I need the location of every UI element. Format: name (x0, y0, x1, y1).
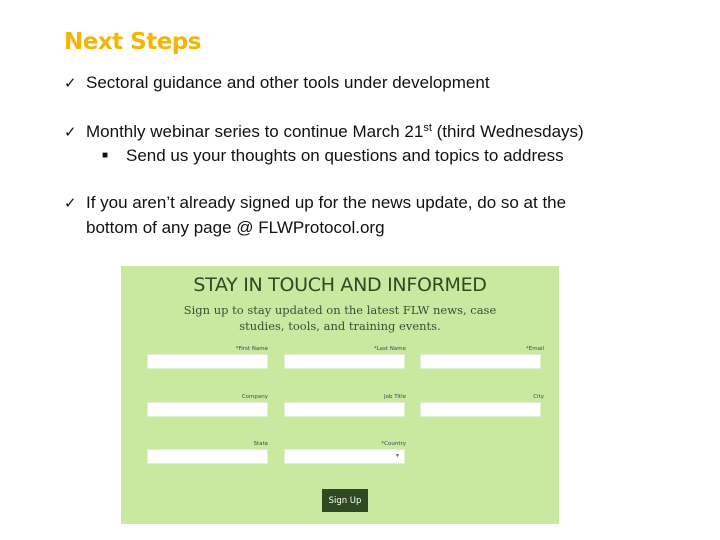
sub-bullet-text: Send us your thoughts on questions and t… (126, 146, 564, 165)
dropdown-arrow-icon: ▼ (395, 453, 400, 459)
bullet-text-continued: bottom of any page @ FLWProtocol.org (86, 218, 385, 237)
bullet-text: (third Wednesdays) (431, 122, 584, 141)
country-label: *Country (381, 441, 406, 447)
city-input[interactable] (420, 402, 541, 417)
state-label: State (253, 441, 268, 447)
email-label: *Email (525, 346, 544, 352)
company-input[interactable] (147, 402, 268, 417)
sign-up-button[interactable]: Sign Up (322, 489, 368, 512)
company-label: Company (241, 394, 268, 400)
bullet-text: If you aren’t already signed up for the … (86, 193, 567, 212)
state-input[interactable] (147, 449, 268, 464)
bullet-text: Monthly webinar series to continue March… (86, 122, 424, 141)
checkmark-icon: ✓ (64, 75, 77, 92)
signup-subheading: Sign up to stay updated on the latest FL… (183, 303, 497, 333)
bullet-item: ✓ Monthly webinar series to continue Marc… (64, 120, 584, 145)
checkmark-icon: ✓ (64, 124, 77, 141)
email-input[interactable] (420, 354, 541, 369)
first-name-input[interactable] (147, 354, 268, 369)
job-title-input[interactable] (284, 402, 405, 417)
sub-bullet-item: ■ Send us your thoughts on questions and … (102, 144, 564, 168)
country-select[interactable]: ▼ (284, 449, 405, 464)
signup-heading: STAY IN TOUCH AND INFORMED (193, 274, 487, 296)
job-title-label: Job Title (383, 394, 406, 400)
superscript: st (423, 122, 432, 134)
checkmark-icon: ✓ (64, 195, 77, 212)
square-bullet-icon: ■ (102, 150, 109, 161)
last-name-label: *Last Name (373, 346, 406, 352)
first-name-label: *First Name (235, 346, 268, 352)
slide-title: Next Steps (64, 29, 202, 55)
city-label: City (533, 394, 544, 400)
bullet-item: ✓ Sectoral guidance and other tools under… (64, 71, 490, 96)
signup-form-screenshot: STAY IN TOUCH AND INFORMED Sign up to st… (121, 266, 559, 524)
last-name-input[interactable] (284, 354, 405, 369)
bullet-text: Sectoral guidance and other tools under … (86, 73, 490, 92)
bullet-item: ✓ If you aren’t already signed up for the… (64, 191, 664, 240)
